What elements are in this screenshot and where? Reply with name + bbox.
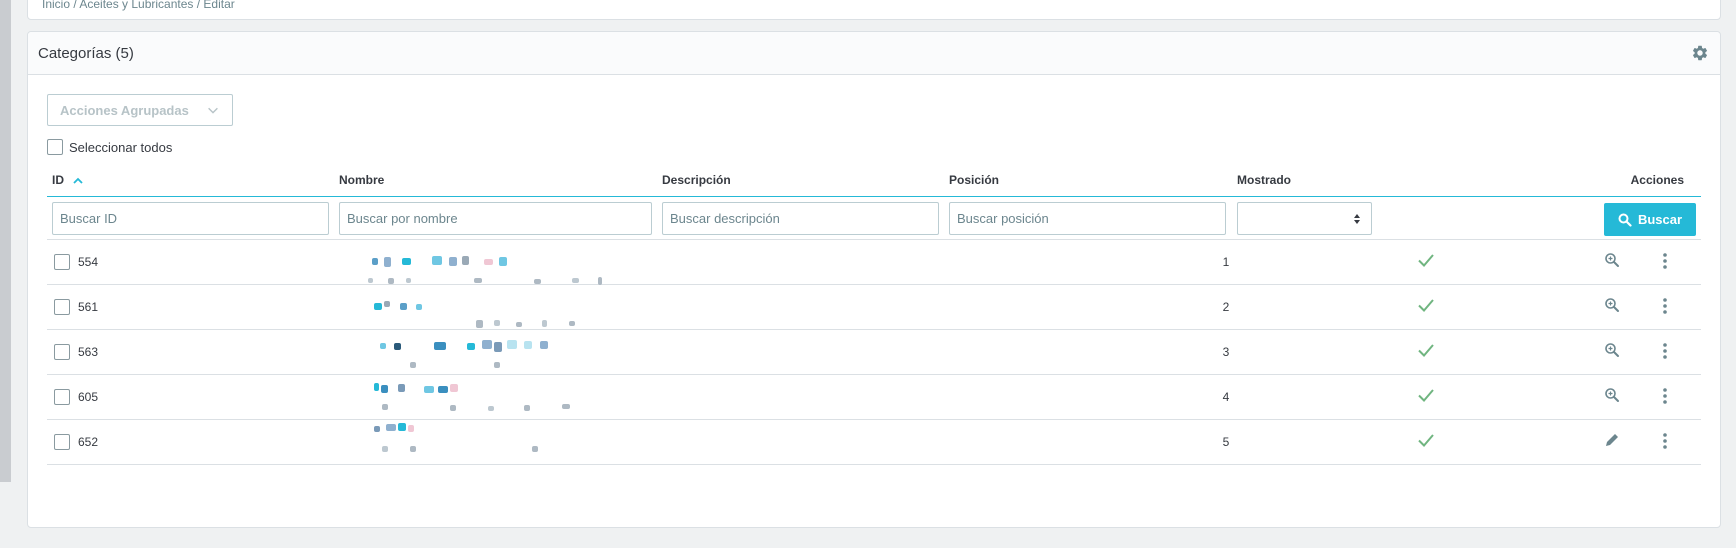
row-checkbox[interactable] (54, 389, 70, 405)
check-icon[interactable] (1417, 387, 1435, 403)
select-updown-icon (1354, 214, 1360, 224)
filter-position-input[interactable] (949, 202, 1226, 235)
row-checkbox[interactable] (54, 434, 70, 450)
row-position[interactable]: 5 (1216, 435, 1236, 449)
row-position[interactable]: 1 (1216, 255, 1236, 269)
row-position[interactable]: 3 (1216, 345, 1236, 359)
row-id: 652 (78, 435, 99, 449)
panel-title: Categorías (5) (38, 44, 134, 62)
row-id: 563 (78, 345, 99, 359)
more-vertical-icon[interactable] (1662, 252, 1668, 270)
check-icon[interactable] (1417, 432, 1435, 448)
header-card: Inicio / Aceites y Lubricantes / Editar (27, 0, 1721, 20)
select-all[interactable]: Seleccionar todos (47, 139, 172, 155)
more-vertical-icon[interactable] (1662, 432, 1668, 450)
table-row[interactable]: 554 1 (47, 240, 1701, 285)
select-all-checkbox[interactable] (47, 139, 63, 155)
search-icon (1618, 213, 1632, 227)
row-id: 561 (78, 300, 99, 314)
panel-header: Categorías (5) (28, 32, 1720, 75)
table-row[interactable]: 605 4 (47, 375, 1701, 420)
zoom-icon[interactable] (1604, 252, 1620, 268)
table-row[interactable]: 561 2 (47, 285, 1701, 330)
row-id: 605 (78, 390, 99, 404)
redacted-name-region (354, 248, 610, 466)
check-icon[interactable] (1417, 342, 1435, 358)
filter-row: Buscar (47, 198, 1701, 240)
filter-description-input[interactable] (662, 202, 939, 235)
row-checkbox[interactable] (54, 254, 70, 270)
col-description-header[interactable]: Descripción (662, 173, 731, 187)
categories-panel: Categorías (5) Acciones Agrupadas Selecc… (27, 31, 1721, 528)
row-checkbox[interactable] (54, 299, 70, 315)
filter-id-input[interactable] (52, 202, 329, 235)
bulk-actions-label: Acciones Agrupadas (60, 102, 189, 118)
row-checkbox[interactable] (54, 344, 70, 360)
filter-name-input[interactable] (339, 202, 652, 235)
zoom-icon[interactable] (1604, 387, 1620, 403)
left-sidebar-edge (0, 0, 11, 482)
bulk-actions-button[interactable]: Acciones Agrupadas (47, 94, 233, 126)
row-position[interactable]: 4 (1216, 390, 1236, 404)
select-all-label: Seleccionar todos (69, 139, 173, 155)
more-vertical-icon[interactable] (1662, 387, 1668, 405)
gear-icon[interactable] (1690, 43, 1710, 63)
edit-pencil-icon[interactable] (1604, 432, 1620, 448)
filter-shown-select[interactable] (1237, 202, 1372, 235)
more-vertical-icon[interactable] (1662, 297, 1668, 315)
zoom-icon[interactable] (1604, 297, 1620, 313)
row-position[interactable]: 2 (1216, 300, 1236, 314)
sort-up-icon[interactable] (73, 177, 83, 185)
search-button-label: Buscar (1637, 212, 1683, 227)
col-name-header[interactable]: Nombre (339, 173, 384, 187)
table-header: ID Nombre Descripción Posición Mostrado … (47, 165, 1701, 197)
check-icon[interactable] (1417, 297, 1435, 313)
col-id-header[interactable]: ID (52, 173, 83, 187)
breadcrumb: Inicio / Aceites y Lubricantes / Editar (42, 0, 235, 11)
table-row[interactable]: 652 5 (47, 420, 1701, 465)
col-actions-header: Acciones (1630, 173, 1684, 187)
more-vertical-icon[interactable] (1662, 342, 1668, 360)
col-shown-header[interactable]: Mostrado (1237, 173, 1291, 187)
table-row[interactable]: 563 3 (47, 330, 1701, 375)
zoom-icon[interactable] (1604, 342, 1620, 358)
col-position-header[interactable]: Posición (949, 173, 999, 187)
row-id: 554 (78, 255, 99, 269)
check-icon[interactable] (1417, 252, 1435, 268)
search-button[interactable]: Buscar (1604, 203, 1696, 236)
chevron-down-icon (208, 107, 218, 114)
